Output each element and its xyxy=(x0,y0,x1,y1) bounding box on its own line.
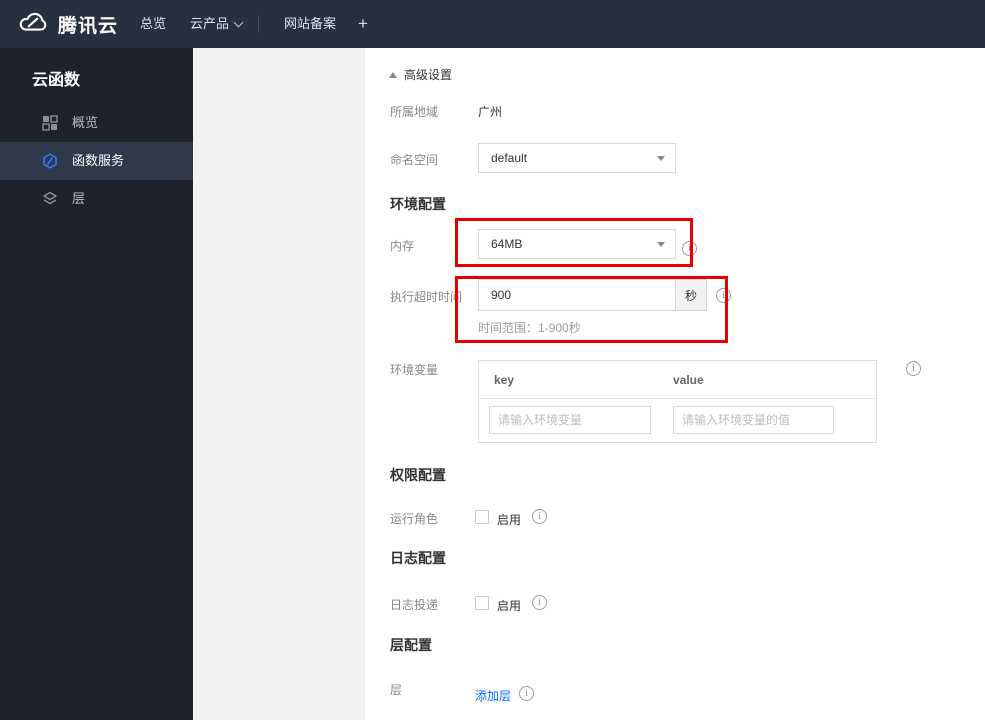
env-vars-col-value: value xyxy=(673,373,704,387)
nav-overview[interactable]: 总览 xyxy=(140,0,166,48)
sidebar-item-layers[interactable]: 层 xyxy=(0,180,193,218)
log-delivery-label: 日志投递 xyxy=(390,598,439,612)
run-role-checkbox[interactable] xyxy=(475,510,489,524)
env-vars-col-key: key xyxy=(494,373,515,387)
advanced-settings-label: 高级设置 xyxy=(404,68,453,82)
nav-icp-record[interactable]: 网站备案 xyxy=(284,0,336,48)
nav-divider xyxy=(258,15,259,33)
env-vars-info-icon[interactable] xyxy=(906,361,921,376)
timeout-label: 执行超时时间 xyxy=(390,290,463,304)
memory-select[interactable]: 64MB xyxy=(478,229,676,259)
env-var-key-input[interactable] xyxy=(489,406,651,434)
caret-down-icon xyxy=(657,241,665,247)
cloud-logo-icon xyxy=(16,9,50,40)
region-value: 广州 xyxy=(478,105,503,119)
run-role-label: 运行角色 xyxy=(390,512,439,526)
env-vars-table: key value xyxy=(478,360,877,443)
log-delivery-enable-label[interactable]: 启用 xyxy=(497,597,521,614)
run-role-enable-label[interactable]: 启用 xyxy=(497,511,521,528)
env-vars-table-header: key value xyxy=(479,361,876,399)
function-hexagon-icon xyxy=(42,153,58,169)
secondary-panel xyxy=(193,48,365,720)
log-config-section-title: 日志配置 xyxy=(390,550,446,566)
run-role-info-icon[interactable] xyxy=(532,509,547,524)
add-tab-button[interactable]: + xyxy=(358,0,368,48)
sidebar-item-overview[interactable]: 概览 xyxy=(0,104,193,142)
triangle-up-icon xyxy=(389,71,397,78)
sidebar-item-label: 概览 xyxy=(72,115,99,130)
sidebar-item-function-service[interactable]: 函数服务 xyxy=(0,142,193,180)
layer-label: 层 xyxy=(390,683,403,697)
topbar: 腾讯云 总览 云产品 网站备案 + xyxy=(0,0,985,48)
nav-cloud-products-label: 云产品 xyxy=(190,16,230,31)
main-content: 高级设置 所属地域 广州 命名空间 default 环境配置 内存 64MB 执… xyxy=(365,48,985,720)
grid-icon xyxy=(42,115,58,131)
env-config-section-title: 环境配置 xyxy=(390,196,446,212)
memory-info-icon[interactable] xyxy=(682,241,697,256)
memory-label: 内存 xyxy=(390,239,415,253)
nav-cloud-products[interactable]: 云产品 xyxy=(190,0,244,48)
timeout-input[interactable] xyxy=(478,279,676,311)
caret-down-icon xyxy=(657,155,665,161)
namespace-select[interactable]: default xyxy=(478,143,676,173)
sidebar-item-label: 函数服务 xyxy=(72,153,125,168)
advanced-settings-toggle[interactable]: 高级设置 xyxy=(389,66,452,83)
layer-info-icon[interactable] xyxy=(519,686,534,701)
log-delivery-info-icon[interactable] xyxy=(532,595,547,610)
chevron-down-icon xyxy=(233,17,244,28)
logo-text: 腾讯云 xyxy=(58,16,119,37)
timeout-input-group: 秒 xyxy=(478,279,707,311)
namespace-select-value: default xyxy=(491,151,528,165)
tencent-cloud-logo[interactable]: 腾讯云 xyxy=(16,9,118,40)
sidebar: 云函数 概览 函数服务 层 xyxy=(0,48,193,720)
perm-config-section-title: 权限配置 xyxy=(390,467,446,483)
sidebar-title: 云函数 xyxy=(32,72,81,89)
sidebar-item-label: 层 xyxy=(72,191,86,206)
timeout-range-hint: 时间范围：1-900秒 xyxy=(478,321,581,335)
timeout-unit-suffix: 秒 xyxy=(676,279,707,311)
layer-config-section-title: 层配置 xyxy=(390,637,432,653)
env-vars-label: 环境变量 xyxy=(390,363,439,377)
namespace-label: 命名空间 xyxy=(390,153,439,167)
layers-icon xyxy=(42,191,58,207)
region-label: 所属地域 xyxy=(390,105,439,119)
log-delivery-checkbox[interactable] xyxy=(475,596,489,610)
timeout-info-icon[interactable] xyxy=(716,288,731,303)
memory-select-value: 64MB xyxy=(491,237,523,251)
add-layer-link[interactable]: 添加层 xyxy=(475,687,511,704)
env-var-value-input[interactable] xyxy=(673,406,834,434)
